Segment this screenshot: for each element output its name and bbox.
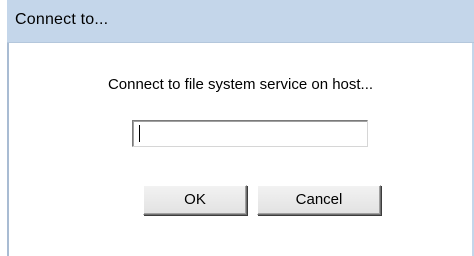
title-bar[interactable]: Connect to... [7, 0, 474, 43]
text-caret [139, 125, 140, 142]
window-left-border [7, 43, 9, 256]
host-input[interactable] [132, 120, 368, 147]
ok-button[interactable]: OK [143, 185, 247, 215]
connect-dialog: Connect to... Connect to file system ser… [7, 0, 474, 256]
cancel-button[interactable]: Cancel [257, 185, 381, 215]
window-title: Connect to... [15, 11, 109, 28]
connect-prompt-label: Connect to file system service on host..… [107, 76, 374, 93]
